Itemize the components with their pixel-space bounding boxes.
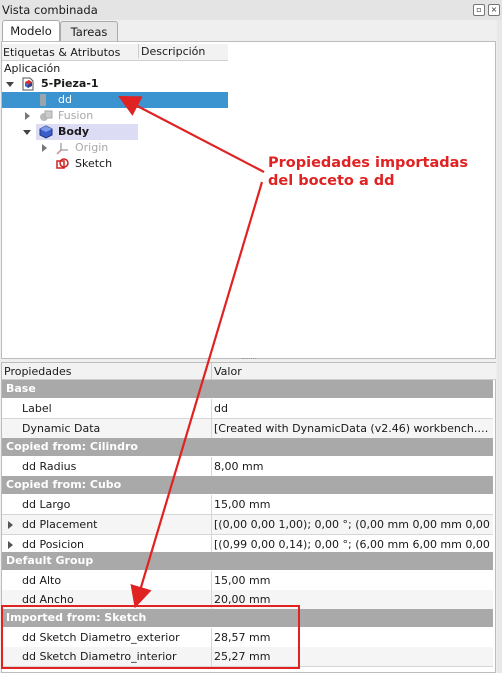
arrow-to-dd (118, 95, 265, 173)
annotation-line-1: Propiedades importadas (268, 155, 469, 171)
annotation-line-2: del boceto a dd (268, 173, 395, 189)
arrow-to-sketch-group (130, 181, 264, 609)
annotation-arrows (118, 95, 265, 609)
